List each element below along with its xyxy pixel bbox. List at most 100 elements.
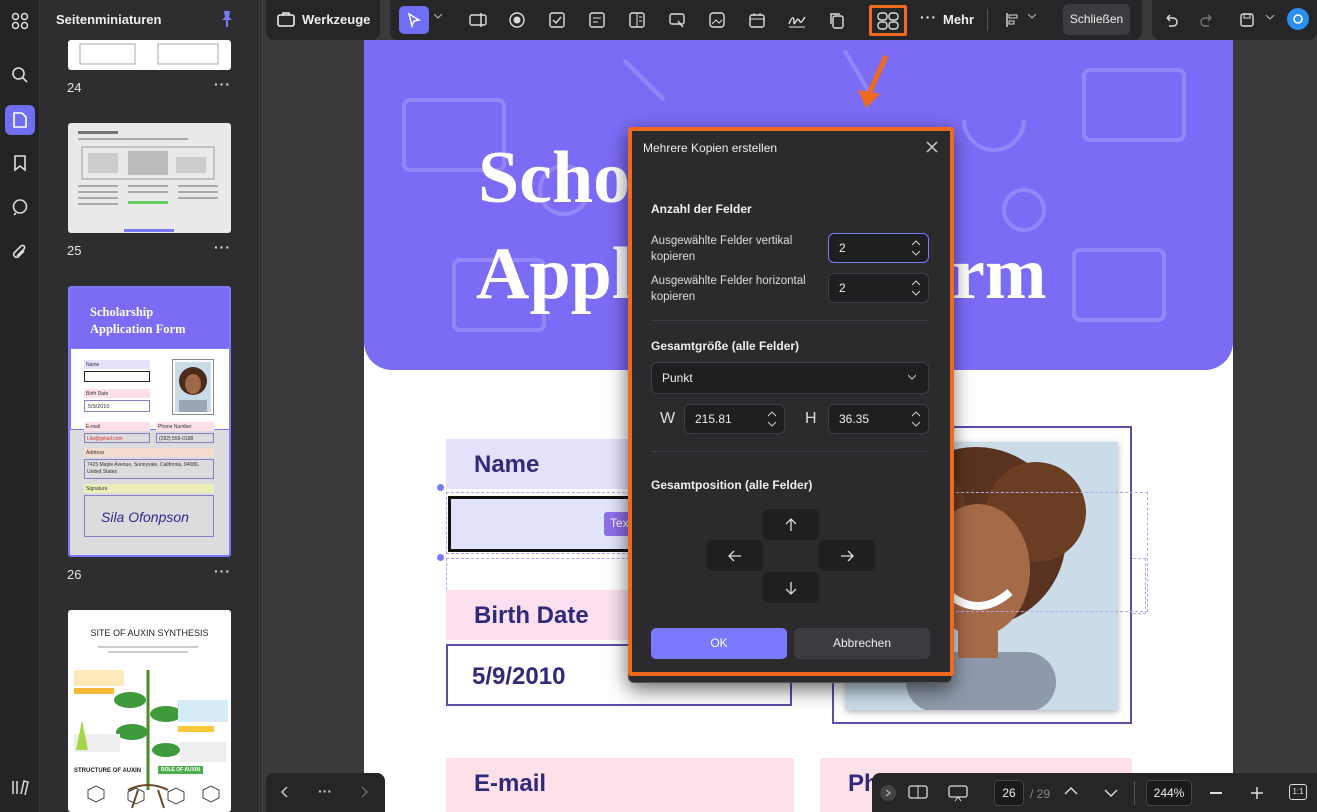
text-field-icon[interactable] [463, 6, 493, 34]
chevron-down-icon[interactable] [434, 14, 442, 20]
copy-icon[interactable] [822, 6, 852, 34]
annotation-arrow-icon [858, 54, 889, 108]
button-field-icon[interactable] [662, 6, 692, 34]
tools-group: Werkzeuge [266, 0, 380, 40]
redo-icon[interactable] [1192, 6, 1222, 34]
attachment-icon[interactable] [5, 237, 35, 267]
apps-grid-icon[interactable] [5, 6, 35, 36]
width-stepper[interactable]: 215.81 [684, 404, 785, 434]
panel-title: Seitenminiaturen [56, 12, 162, 27]
birth-label: Birth Date [474, 602, 589, 629]
arrow-down-icon[interactable] [763, 572, 819, 603]
page-number: 24 [67, 80, 82, 95]
thumbnail-page-24[interactable] [68, 40, 231, 70]
zoom-input[interactable]: 244% [1146, 780, 1192, 806]
pin-icon[interactable] [220, 10, 234, 28]
height-stepper[interactable]: 36.35 [828, 404, 929, 434]
page-nav-bar: ··· [266, 773, 385, 812]
more-dots-icon: ··· [920, 9, 937, 25]
tools-button[interactable]: Werkzeuge [302, 12, 370, 27]
thumbnails-icon[interactable] [5, 105, 35, 135]
resize-handle[interactable] [437, 484, 444, 491]
width-label: W [660, 410, 676, 427]
chevron-down-icon[interactable] [1104, 788, 1118, 798]
form-toolbar: ··· Mehr Schließen [390, 0, 1142, 40]
ai-assistant-icon[interactable] [1287, 8, 1309, 30]
chevron-left-icon[interactable] [280, 786, 288, 798]
resize-handle[interactable] [437, 554, 444, 561]
presentation-icon[interactable] [948, 784, 968, 802]
unit-dropdown[interactable]: Punkt [651, 362, 929, 394]
banner-title-line2-end: rm [952, 233, 1047, 315]
expand-icon[interactable] [880, 785, 896, 801]
page-number: 26 [67, 567, 82, 582]
radio-button-icon[interactable] [502, 6, 532, 34]
thumbnail-panel: Seitenminiaturen 24 ··· 25 ··· Scholarsh… [40, 0, 260, 812]
more-options-icon[interactable]: ··· [214, 76, 231, 92]
comment-icon[interactable] [5, 192, 35, 222]
cancel-button[interactable]: Abbrechen [794, 628, 930, 659]
arrow-right-icon[interactable] [819, 540, 875, 571]
banner-title-line1: Scho [478, 137, 631, 219]
chevron-down-icon[interactable] [1266, 15, 1274, 21]
save-icon[interactable] [1232, 6, 1262, 34]
chevron-right-icon[interactable] [361, 786, 369, 798]
horizontal-copies-label: Ausgewählte Felder horizontal kopieren [651, 275, 806, 303]
vertical-copies-stepper[interactable]: 2 [828, 233, 929, 263]
date-field-icon[interactable] [742, 6, 772, 34]
select-tool-icon[interactable] [399, 6, 429, 34]
combo-box-icon[interactable] [582, 6, 612, 34]
thumbnail-title: Scholarship Application Form [90, 305, 186, 336]
zoom-in-icon[interactable] [1250, 786, 1264, 800]
align-icon[interactable] [998, 6, 1028, 34]
bookmark-icon[interactable] [5, 148, 35, 178]
checkbox-icon[interactable] [542, 6, 572, 34]
divider [651, 451, 929, 452]
edit-toolbar [1152, 0, 1317, 40]
arrow-up-icon[interactable] [763, 509, 819, 540]
email-label-box: E-mail [446, 758, 794, 812]
chevron-up-icon[interactable] [1064, 786, 1078, 796]
thumbnail-page-26[interactable]: Scholarship Application Form Name Birth … [68, 286, 231, 557]
undo-icon[interactable] [1156, 6, 1186, 34]
arrow-left-icon[interactable] [707, 540, 763, 571]
section-size-heading: Gesamtgröße (alle Felder) [651, 339, 800, 353]
list-box-icon[interactable] [622, 6, 652, 34]
actual-size-button[interactable]: 1:1 [1289, 784, 1307, 800]
search-icon[interactable] [5, 60, 35, 90]
library-icon[interactable] [5, 772, 35, 802]
chevron-down-icon[interactable] [1028, 14, 1036, 20]
section-position-heading: Gesamtposition (alle Felder) [651, 478, 813, 492]
thumbnail-page-27[interactable]: SITE OF AUXIN SYNTHESIS STRUCTURE OF AUX… [68, 610, 231, 812]
height-label: H [805, 410, 817, 427]
section-count-heading: Anzahl der Felder [651, 202, 752, 216]
separator [1134, 781, 1135, 805]
email-label: E-mail [474, 770, 547, 797]
multiple-copies-dialog: Mehrere Kopien erstellen Anzahl der Feld… [628, 127, 952, 683]
toolbox-icon [276, 9, 296, 29]
ok-button[interactable]: OK [651, 628, 787, 659]
name-label: Name [474, 451, 540, 478]
close-icon[interactable] [925, 140, 939, 154]
multiple-copies-icon[interactable] [869, 5, 907, 36]
copy-preview-frame [946, 492, 1148, 612]
zoom-out-icon[interactable] [1210, 792, 1222, 794]
view-bar: 26 / 29 244% 1:1 [872, 773, 1317, 812]
left-rail [0, 0, 40, 812]
vertical-copies-label: Ausgewählte Felder vertikal kopieren [651, 235, 793, 263]
page-total: / 29 [1030, 787, 1051, 801]
horizontal-copies-stepper[interactable]: 2 [828, 273, 929, 303]
divider [651, 320, 929, 321]
thumbnail-photo [172, 359, 214, 415]
separator [987, 9, 988, 31]
more-options-icon[interactable]: ··· [214, 563, 231, 579]
image-field-icon[interactable] [702, 6, 732, 34]
signature-field-icon[interactable] [782, 6, 812, 34]
more-dots-icon[interactable]: ··· [318, 783, 332, 799]
thumbnail-page-25[interactable] [68, 123, 231, 233]
close-button[interactable]: Schließen [1063, 4, 1130, 35]
more-button[interactable]: Mehr [943, 12, 974, 27]
reading-mode-icon[interactable] [908, 784, 928, 800]
page-number-input[interactable]: 26 [994, 780, 1024, 806]
more-options-icon[interactable]: ··· [214, 239, 231, 255]
